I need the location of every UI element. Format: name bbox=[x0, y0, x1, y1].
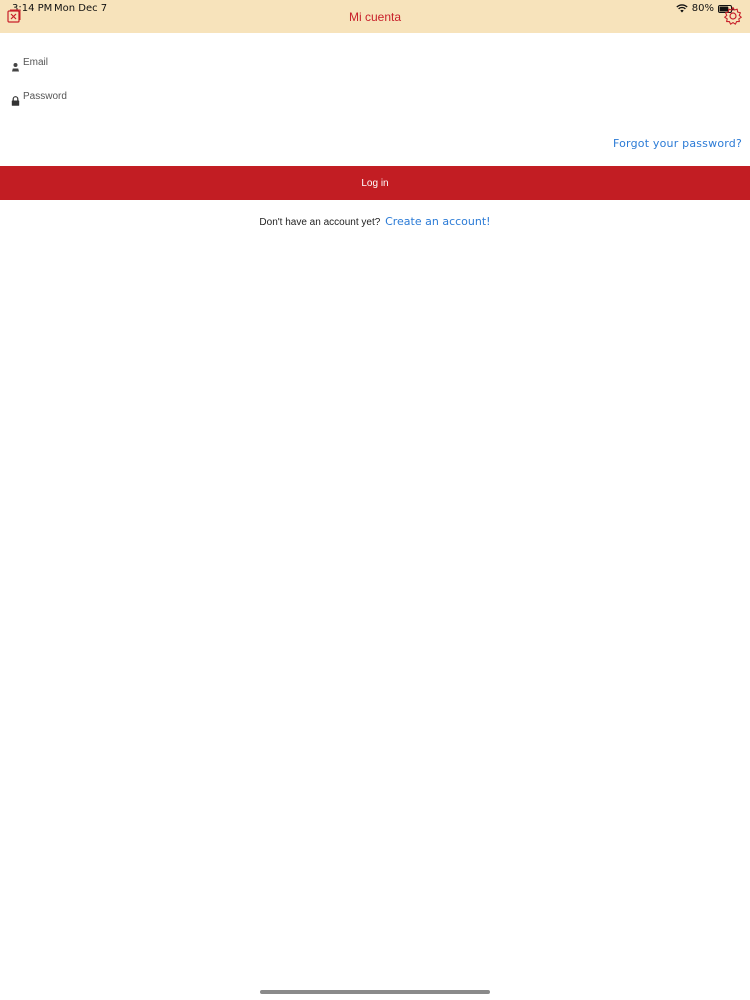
login-button[interactable]: Log in bbox=[0, 166, 750, 200]
signup-prompt-line: Don't have an account yet? Create an acc… bbox=[0, 215, 750, 228]
user-icon bbox=[11, 59, 20, 71]
home-indicator[interactable] bbox=[260, 990, 490, 994]
lock-icon bbox=[11, 93, 20, 106]
gear-icon[interactable] bbox=[723, 6, 743, 26]
header-bar: 3:14 PM Mon Dec 7 80% Mi cuenta bbox=[0, 0, 750, 33]
email-field bbox=[0, 50, 750, 74]
forgot-password-link[interactable]: Forgot your password? bbox=[613, 137, 742, 150]
signup-prompt-text: Don't have an account yet? bbox=[259, 217, 381, 228]
email-input[interactable] bbox=[23, 56, 723, 68]
create-account-link[interactable]: Create an account! bbox=[385, 215, 491, 228]
password-input[interactable] bbox=[23, 90, 723, 102]
page-title: Mi cuenta bbox=[348, 10, 402, 24]
password-field bbox=[0, 84, 750, 108]
login-screen: 3:14 PM Mon Dec 7 80% Mi cuenta Email Fo… bbox=[0, 0, 750, 1000]
